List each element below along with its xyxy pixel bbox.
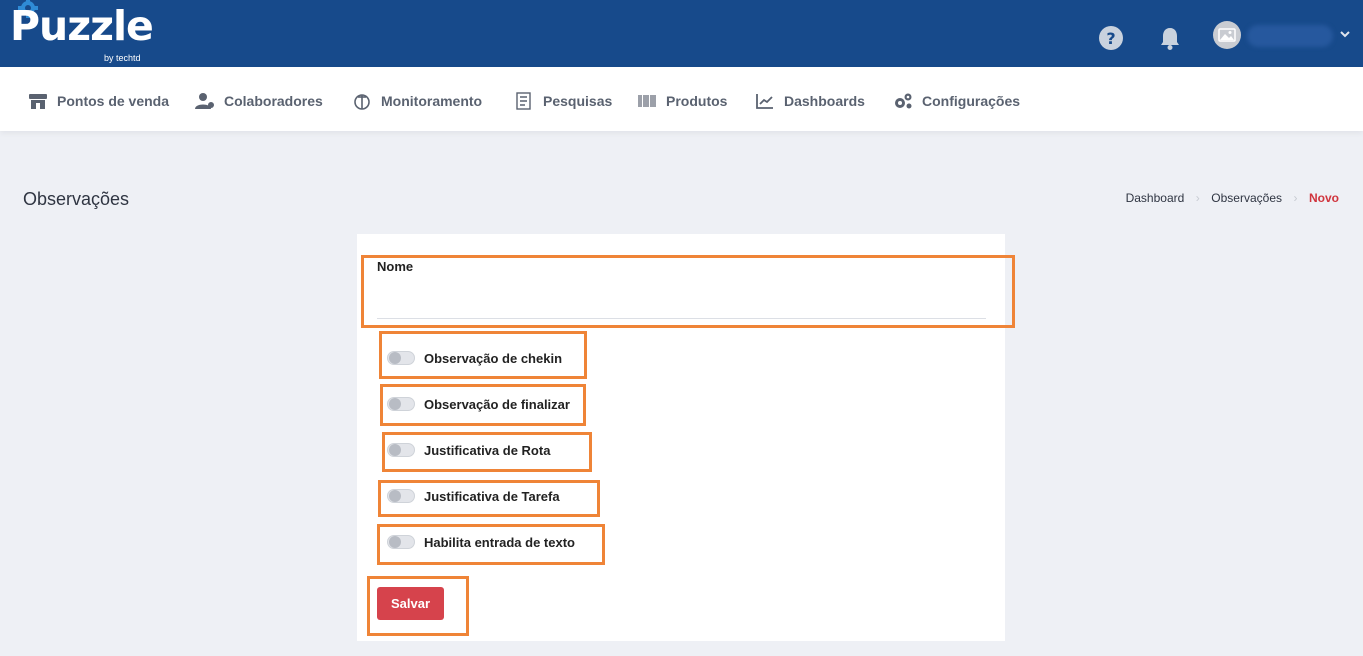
nav-label: Produtos [666, 93, 728, 109]
chevron-right-icon: › [1195, 191, 1200, 205]
survey-icon [516, 92, 531, 110]
toggle-label: Justificativa de Rota [424, 442, 551, 458]
toggle-knob [389, 352, 401, 364]
toggle-justificativa-rota[interactable]: Justificativa de Rota [387, 440, 550, 460]
breadcrumb-current: Novo [1309, 191, 1339, 205]
monitor-icon [354, 94, 370, 110]
nav-label: Dashboards [784, 93, 865, 109]
toggle-observacao-chekin[interactable]: Observação de chekin [387, 348, 562, 368]
toggle-switch[interactable] [387, 489, 415, 503]
username-redacted[interactable] [1247, 25, 1333, 47]
toggle-label: Justificativa de Tarefa [424, 488, 560, 504]
toggle-knob [389, 444, 401, 456]
nav-label: Configurações [922, 93, 1021, 109]
chevron-right-icon: › [1293, 191, 1298, 205]
toggle-switch[interactable] [387, 535, 415, 549]
page-title: Observações [23, 189, 130, 209]
avatar[interactable] [1213, 21, 1241, 49]
chart-line-icon [756, 94, 773, 109]
toggle-label: Habilita entrada de texto [424, 534, 575, 550]
nav-label: Pesquisas [543, 93, 613, 109]
name-input[interactable] [377, 283, 986, 319]
store-icon [29, 94, 47, 109]
top-bar: Puzzle by techtd ? [0, 0, 1363, 67]
nav-label: Pontos de venda [57, 93, 170, 109]
main-nav: Pontos de venda Colaboradores Monitorame… [0, 67, 1363, 131]
nav-label: Monitoramento [381, 93, 483, 109]
toggle-habilita-entrada-texto[interactable]: Habilita entrada de texto [387, 532, 575, 552]
users-icon [195, 93, 214, 109]
image-placeholder-icon [1218, 28, 1236, 42]
nav-item-dashboards[interactable]: Dashboards [755, 91, 865, 111]
toggle-switch[interactable] [387, 397, 415, 411]
toggle-knob [389, 490, 401, 502]
cogs-icon [895, 93, 912, 109]
chevron-down-icon[interactable] [1339, 29, 1351, 39]
toggle-knob [389, 398, 401, 410]
toggle-knob [389, 536, 401, 548]
svg-text:?: ? [1106, 29, 1115, 48]
toggle-label: Observação de chekin [424, 350, 563, 366]
breadcrumb: Dashboard › Observações › Novo [1126, 191, 1339, 205]
breadcrumb-dashboard[interactable]: Dashboard [1126, 191, 1185, 205]
logo[interactable]: Puzzle by techtd [8, 0, 158, 66]
brand-name: Puzzle [10, 2, 154, 50]
toggle-justificativa-tarefa[interactable]: Justificativa de Tarefa [387, 486, 560, 506]
nav-item-pontos-de-venda[interactable]: Pontos de venda [28, 91, 169, 111]
name-label: Nome [377, 259, 414, 274]
save-button[interactable]: Salvar [377, 587, 444, 620]
brand-tagline: by techtd [104, 53, 141, 63]
nav-item-colaboradores[interactable]: Colaboradores [195, 91, 323, 111]
nav-label: Colaboradores [224, 93, 323, 109]
nav-item-pesquisas[interactable]: Pesquisas [514, 91, 612, 111]
toggle-switch[interactable] [387, 351, 415, 365]
toggle-label: Observação de finalizar [424, 396, 570, 412]
nav-item-configuracoes[interactable]: Configurações [893, 91, 1020, 111]
nav-item-monitoramento[interactable]: Monitoramento [352, 91, 482, 111]
nav-item-produtos[interactable]: Produtos [637, 91, 727, 111]
bell-icon[interactable] [1157, 25, 1183, 51]
toggle-observacao-finalizar[interactable]: Observação de finalizar [387, 394, 570, 414]
breadcrumb-observacoes[interactable]: Observações [1211, 191, 1282, 205]
toggle-switch[interactable] [387, 443, 415, 457]
barcode-icon [638, 95, 656, 107]
question-circle-icon[interactable]: ? [1098, 25, 1124, 51]
